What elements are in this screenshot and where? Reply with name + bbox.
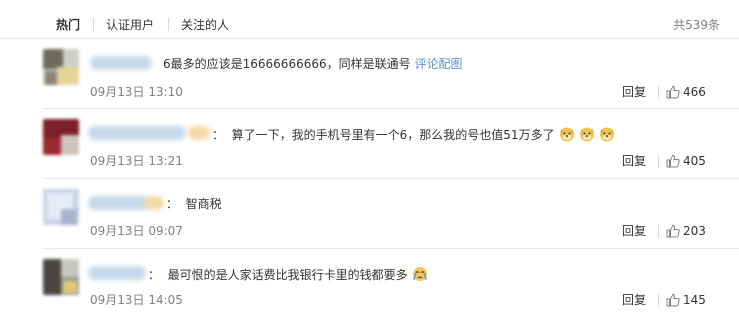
- like-button[interactable]: 145: [666, 292, 706, 308]
- comment-time: 09月13日 13:10: [90, 85, 183, 99]
- avatar[interactable]: [43, 119, 79, 155]
- avatar[interactable]: [43, 49, 79, 85]
- thumbs-up-icon: [666, 85, 680, 99]
- tab-divider: [93, 18, 94, 31]
- tab-hot[interactable]: 热门: [56, 17, 80, 33]
- username-blurred[interactable]: [88, 126, 186, 140]
- thumbs-up-icon: [666, 154, 680, 168]
- reply-button[interactable]: 回复: [622, 292, 646, 308]
- reply-button[interactable]: 回复: [622, 153, 646, 169]
- like-button[interactable]: 203: [666, 223, 706, 239]
- comment-text: ： 最可恨的是人家话费比我银行卡里的钱都要多: [148, 266, 428, 283]
- username-blurred[interactable]: [88, 266, 146, 280]
- like-count: 466: [683, 85, 706, 99]
- like-count: 405: [683, 154, 706, 168]
- like-button[interactable]: 466: [666, 84, 706, 100]
- action-divider: [658, 155, 659, 168]
- doge-icon: [579, 127, 594, 142]
- avatar[interactable]: [43, 259, 79, 295]
- member-badge-blurred: [188, 126, 210, 140]
- action-divider: [658, 225, 659, 238]
- tab-following[interactable]: 关注的人: [181, 17, 229, 33]
- comment-text: 6最多的应该是16666666666，同样是联通号 评论配图: [163, 57, 463, 71]
- username-blurred[interactable]: [88, 196, 150, 210]
- action-divider: [658, 86, 659, 99]
- comment-text: ： 算了一下，我的手机号里有一个6，那么我的号也值51万多了: [212, 126, 615, 143]
- comment-text: ： 智商税: [166, 197, 222, 211]
- like-count: 203: [683, 224, 706, 238]
- comment-time: 09月13日 13:21: [90, 154, 183, 168]
- tab-divider: [168, 18, 169, 31]
- comment-time: 09月13日 09:07: [90, 224, 183, 238]
- like-button[interactable]: 405: [666, 153, 706, 169]
- action-divider: [658, 294, 659, 307]
- comment-time: 09月13日 14:05: [90, 293, 183, 307]
- member-badge-blurred: [144, 196, 164, 210]
- username-blurred[interactable]: [90, 56, 152, 70]
- thumbs-up-icon: [666, 224, 680, 238]
- comment-filter-tabs: 热门 认证用户 关注的人 共539条: [0, 0, 739, 39]
- tab-verified-users[interactable]: 认证用户: [106, 17, 154, 33]
- like-count: 145: [683, 293, 706, 307]
- thumbs-up-icon: [666, 293, 680, 307]
- comment-divider: [43, 248, 739, 249]
- doge-icon: [599, 127, 614, 142]
- comment-count: 共539条: [673, 18, 720, 32]
- doge-icon: [559, 127, 574, 142]
- comment-image-link[interactable]: 评论配图: [414, 57, 462, 71]
- crying-icon: [412, 267, 427, 281]
- avatar[interactable]: [43, 189, 79, 225]
- comment-divider: [43, 108, 739, 109]
- reply-button[interactable]: 回复: [622, 84, 646, 100]
- comment-divider: [43, 178, 739, 179]
- reply-button[interactable]: 回复: [622, 223, 646, 239]
